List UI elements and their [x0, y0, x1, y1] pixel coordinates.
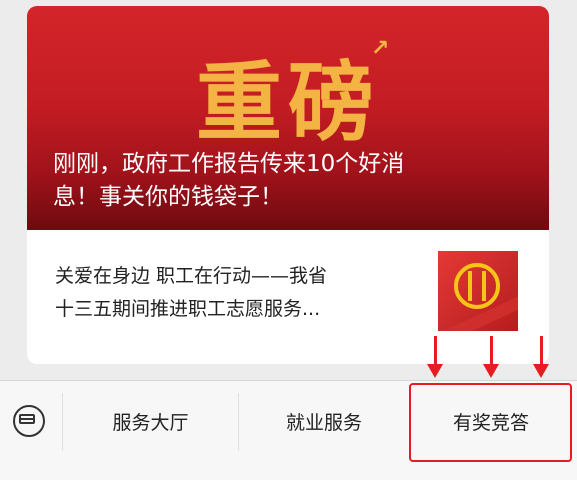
article-thumbnail[interactable] — [438, 251, 518, 331]
union-emblem-icon — [454, 263, 500, 309]
keyboard-toggle-button[interactable] — [9, 401, 49, 441]
keyboard-grid — [19, 414, 35, 424]
headline-line-2: 息！事关你的钱袋子！ — [53, 184, 283, 210]
banner-headline[interactable]: 刚刚，政府工作报告传来10个好消 息！事关你的钱袋子！ — [53, 148, 533, 214]
news-card[interactable]: ↗ 重磅 刚刚，政府工作报告传来10个好消 息！事关你的钱袋子！ 关爱在身边 职… — [27, 6, 549, 364]
red-arrow-annotation — [427, 336, 443, 378]
headline-banner[interactable]: ↗ 重磅 刚刚，政府工作报告传来10个好消 息！事关你的钱袋子！ — [27, 6, 549, 230]
red-arrow-annotation — [533, 336, 549, 378]
menu-item-service-hall[interactable]: 服务大厅 — [63, 381, 238, 465]
headline-line-1: 刚刚，政府工作报告传来10个好消 — [53, 151, 405, 177]
article-title-line-2: 十三五期间推进职工志愿服务... — [55, 298, 321, 320]
red-arrow-annotation — [483, 336, 499, 378]
menu-item-employment-service[interactable]: 就业服务 — [239, 381, 409, 465]
article-title-line-1: 关爱在身边 职工在行动——我省 — [55, 265, 328, 287]
highlight-box-annotation — [409, 383, 572, 462]
article-title: 关爱在身边 职工在行动——我省 十三五期间推进职工志愿服务... — [55, 260, 415, 326]
banner-big-title: 重磅 — [196, 52, 380, 153]
article-item[interactable]: 关爱在身边 职工在行动——我省 十三五期间推进职工志愿服务... — [27, 230, 549, 364]
